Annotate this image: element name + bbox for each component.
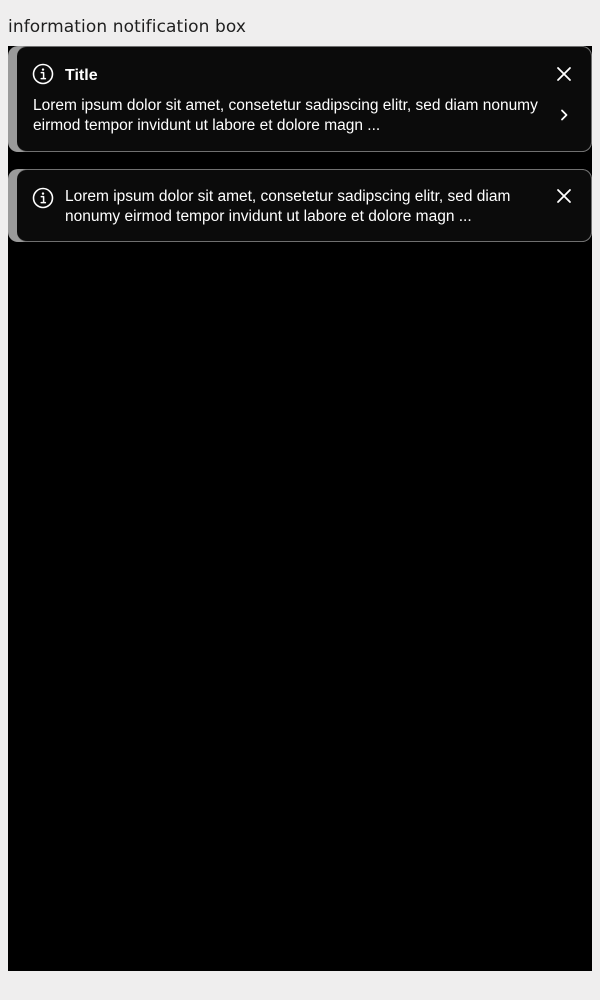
notification-panel: Lorem ipsum dolor sit amet, consetetur s… [17,169,592,242]
notification-box: Lorem ipsum dolor sit amet, consetetur s… [8,169,592,242]
notification-stage: Title Lorem ipsum dolor sit amet, conset… [8,46,592,971]
info-icon [32,187,54,209]
close-icon[interactable] [556,188,572,204]
chevron-right-icon[interactable] [559,108,569,122]
notification-message: Lorem ipsum dolor sit amet, consetetur s… [33,97,538,134]
notification-message: Lorem ipsum dolor sit amet, consetetur s… [65,188,511,225]
notification-panel: Title Lorem ipsum dolor sit amet, conset… [17,46,592,152]
notification-box-with-title: Title Lorem ipsum dolor sit amet, conset… [8,46,592,152]
info-icon [32,63,54,85]
close-icon[interactable] [556,66,572,82]
page-label: information notification box [8,17,247,37]
notification-title: Title [65,67,98,84]
